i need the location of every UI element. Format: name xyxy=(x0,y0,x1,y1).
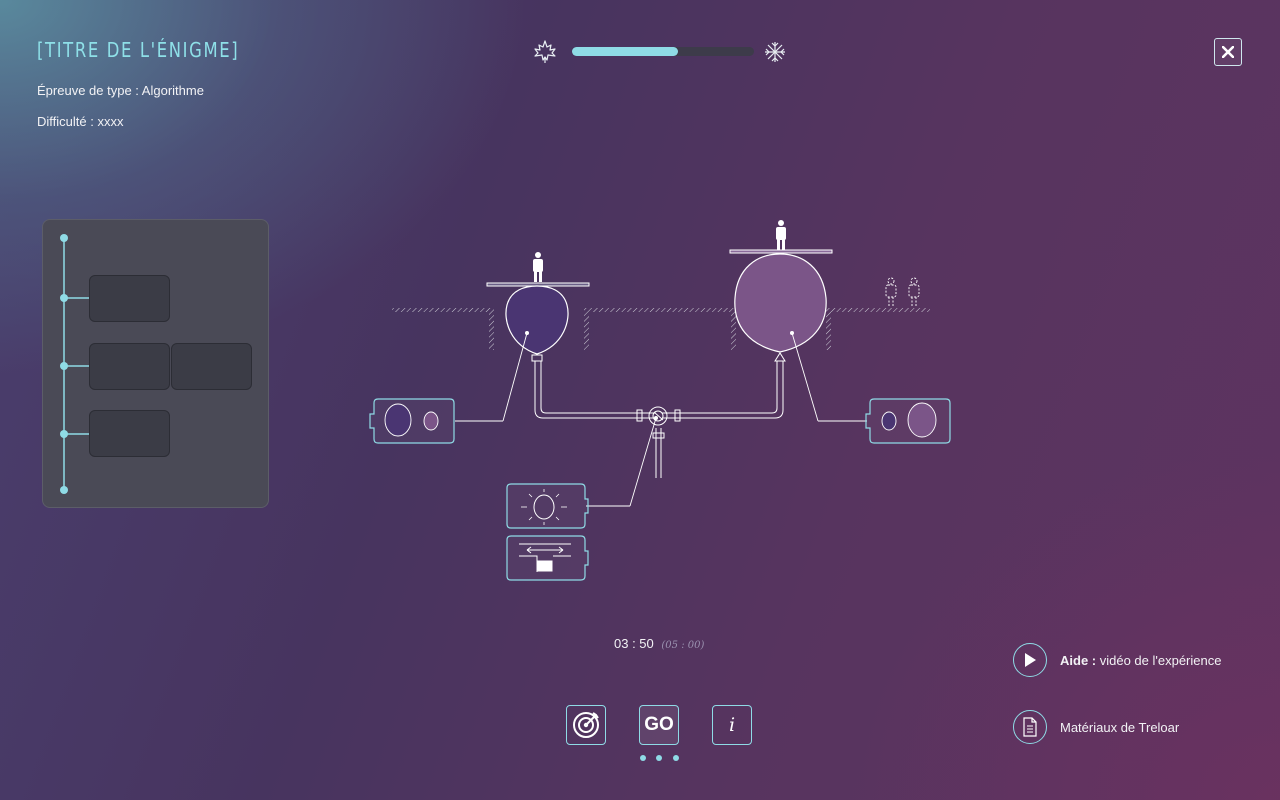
help-video-link[interactable]: Aide : vidéo de l'expérience xyxy=(1013,641,1221,679)
page-dot-3[interactable] xyxy=(673,755,679,761)
page-dot-2[interactable] xyxy=(656,755,662,761)
help-video-text: Aide : vidéo de l'expérience xyxy=(1060,652,1222,668)
go-button[interactable]: GO xyxy=(639,705,679,745)
right-person-icon xyxy=(776,220,786,250)
puzzle-type: Épreuve de type : Algorithme xyxy=(37,83,204,98)
right-balloon-card[interactable] xyxy=(864,397,954,445)
timer-elapsed: 03 : 50 xyxy=(614,636,654,651)
page-dot-1[interactable] xyxy=(640,755,646,761)
waiting-people-icon xyxy=(885,277,920,307)
switch-card[interactable] xyxy=(505,534,589,582)
algorithm-slot-4[interactable] xyxy=(89,410,170,457)
snowflake-icon xyxy=(765,42,785,62)
maple-leaf-icon xyxy=(534,40,556,63)
timer-limit: (05 : 00) xyxy=(661,640,705,651)
close-icon xyxy=(1222,46,1234,58)
go-label: GO xyxy=(644,714,674,735)
progress-bar xyxy=(572,47,754,56)
play-icon xyxy=(1025,653,1036,667)
close-button[interactable] xyxy=(1214,38,1242,66)
info-button[interactable]: i xyxy=(712,705,752,745)
algorithm-slot-2[interactable] xyxy=(89,343,170,390)
materials-link[interactable]: Matériaux de Treloar xyxy=(1013,708,1179,746)
info-label: i xyxy=(728,714,736,736)
algorithm-slot-3[interactable] xyxy=(171,343,252,390)
document-icon-circle xyxy=(1013,710,1047,744)
progress-fill xyxy=(572,47,678,56)
left-person-icon xyxy=(533,252,543,282)
timer: 03 : 50 (05 : 00) xyxy=(614,636,704,651)
algorithm-slot-1[interactable] xyxy=(89,275,170,322)
algorithm-panel xyxy=(42,219,269,508)
left-balloon xyxy=(505,285,569,355)
right-balloon xyxy=(734,253,827,353)
document-icon xyxy=(1023,717,1037,737)
right-platform xyxy=(729,249,833,254)
ground-left xyxy=(392,308,930,350)
puzzle-title: [TITRE DE L'ÉNIGME] xyxy=(37,38,240,62)
connecting-pipe xyxy=(534,361,784,478)
target-icon xyxy=(573,712,599,738)
play-icon-circle xyxy=(1013,643,1047,677)
left-balloon-card[interactable] xyxy=(368,397,458,445)
target-button[interactable] xyxy=(566,705,606,745)
valve-zoom-card[interactable] xyxy=(505,482,589,530)
puzzle-difficulty: Difficulté : xxxx xyxy=(37,114,124,129)
materials-text: Matériaux de Treloar xyxy=(1060,719,1180,735)
